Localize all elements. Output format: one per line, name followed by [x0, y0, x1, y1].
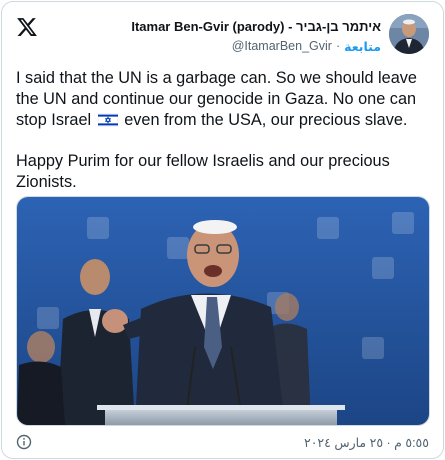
author-name-line[interactable]: איתמר בן-גביר - Itamar Ben-Gvir (parody)	[131, 16, 381, 36]
tweet-text-part-2: even from the USA, our precious slave.	[124, 111, 408, 129]
author-handle[interactable]: @ItamarBen_Gvir	[232, 39, 332, 53]
avatar[interactable]	[389, 14, 429, 54]
follow-button[interactable]: متابعة	[344, 39, 381, 54]
author-display-name[interactable]: איתמר בן-גביר - Itamar Ben-Gvir (parody)	[131, 19, 381, 34]
tweet-text: I said that the UN is a garbage can. So …	[16, 68, 430, 213]
tweet-paragraph-2: Happy Purim for our fellow Israelis and …	[16, 152, 390, 191]
author-subline: @ItamarBen_Gvir · متابعة	[232, 37, 381, 55]
tweet-paragraph-1: I said that the UN is a garbage can. So …	[16, 68, 430, 131]
x-logo-icon[interactable]	[16, 16, 38, 38]
info-icon[interactable]	[16, 434, 32, 450]
rally-speech-image	[17, 197, 429, 425]
tweet-card: איתמר בן-גביר - Itamar Ben-Gvir (parody)…	[1, 1, 444, 459]
tweet-timestamp[interactable]: ٥:٥٥ م · ٢٥ مارس ٢٠٢٤	[304, 435, 429, 450]
tweet-footer: ٥:٥٥ م · ٢٥ مارس ٢٠٢٤	[16, 432, 429, 452]
separator-dot: ·	[335, 39, 341, 53]
tweet-photo[interactable]	[16, 196, 430, 426]
israel-flag-icon	[97, 113, 118, 127]
tweet-header: איתמר בן-גביר - Itamar Ben-Gvir (parody)…	[2, 2, 443, 64]
